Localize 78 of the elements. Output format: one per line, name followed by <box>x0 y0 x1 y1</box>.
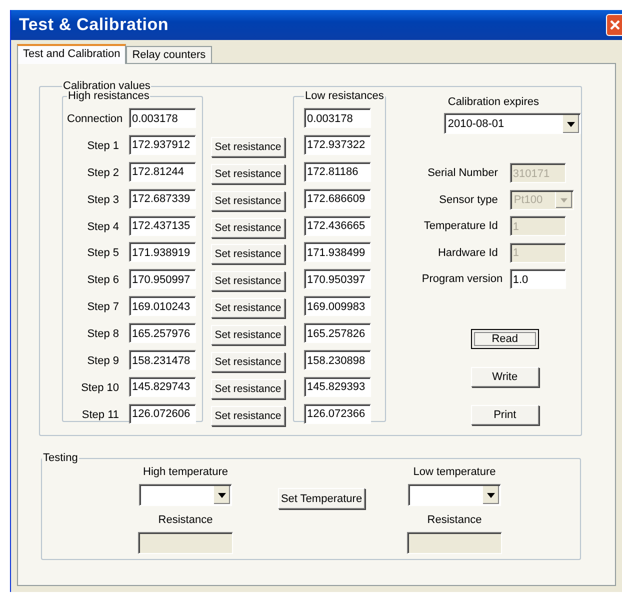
group-title: Low resistances <box>304 90 385 102</box>
input-field[interactable]: 0.003178 <box>304 108 371 128</box>
input-field[interactable]: 172.436665 <box>304 216 371 236</box>
input-field[interactable]: 172.686609 <box>304 188 371 209</box>
temperature-dropdown[interactable] <box>139 484 232 506</box>
step-label: Step 8 <box>86 328 119 340</box>
field-label: Sensor type <box>438 194 498 206</box>
input-field[interactable]: 145.829743 <box>129 376 196 397</box>
caret-icon <box>482 486 499 504</box>
input-field[interactable]: 158.231478 <box>129 350 196 370</box>
input-field[interactable]: 158.230898 <box>304 350 371 370</box>
set-resistance-button[interactable]: Set resistance <box>211 352 285 372</box>
input-field[interactable]: 165.257826 <box>304 323 371 344</box>
set-resistance-button[interactable]: Set resistance <box>211 164 285 184</box>
input-field[interactable]: 172.687339 <box>129 188 196 209</box>
field-label: Hardware Id <box>436 246 498 259</box>
field-label: Resistance <box>158 514 213 526</box>
input-field[interactable]: 169.010243 <box>129 296 196 316</box>
input-field[interactable] <box>138 532 233 554</box>
input-field[interactable] <box>407 532 502 554</box>
set-resistance-button[interactable]: Set resistance <box>211 190 285 211</box>
field-label: Serial Number <box>426 167 498 180</box>
temperature-dropdown[interactable] <box>408 484 501 506</box>
tab[interactable]: Relay counters <box>126 46 212 63</box>
step-label: Step 5 <box>86 247 119 260</box>
input-field[interactable]: 172.81186 <box>304 162 371 182</box>
input-field[interactable]: 171.938919 <box>129 242 196 262</box>
input-field[interactable]: 126.072606 <box>129 404 196 424</box>
step-label: Step 4 <box>86 220 119 233</box>
set-resistance-button[interactable]: Set resistance <box>211 378 285 399</box>
action-button[interactable]: Print <box>470 404 539 424</box>
group-title: High resistances <box>67 90 150 102</box>
tab[interactable]: Test and Calibration <box>17 44 126 64</box>
set-resistance-button[interactable]: Set resistance <box>211 298 285 318</box>
field-label: High temperature <box>143 466 228 478</box>
set-resistance-button[interactable]: Set resistance <box>211 136 285 157</box>
field-label: Calibration expires <box>448 96 540 108</box>
field-label: Resistance <box>427 514 482 526</box>
set-resistance-button[interactable]: Set resistance <box>211 218 285 238</box>
date-dropdown[interactable]: 2010-08-01 <box>444 113 581 134</box>
input-field[interactable]: 170.950397 <box>304 269 371 290</box>
input-field[interactable]: 0.003178 <box>129 108 196 128</box>
action-button[interactable]: Read <box>470 328 539 348</box>
set-resistance-button[interactable]: Set resistance <box>211 271 285 292</box>
step-label: Step 3 <box>86 194 119 206</box>
input-field[interactable]: 172.937322 <box>304 134 371 155</box>
step-label: Step 9 <box>86 355 119 368</box>
field-label: Temperature Id <box>422 220 498 232</box>
caret-icon <box>562 114 579 132</box>
set-resistance-button[interactable]: Set resistance <box>211 406 285 426</box>
field-label: Low temperature <box>413 466 496 478</box>
step-label: Step 1 <box>86 140 119 152</box>
set-resistance-button[interactable]: Set resistance <box>211 244 285 264</box>
window-title: Test & Calibration <box>19 15 169 35</box>
step-label: Step 11 <box>80 408 119 421</box>
input-field[interactable]: 145.829393 <box>304 376 371 397</box>
input-field[interactable]: 171.938499 <box>304 242 371 262</box>
caret-icon <box>213 486 230 504</box>
close-icon <box>608 19 620 31</box>
caret-icon <box>554 192 572 208</box>
input-field[interactable]: 169.009983 <box>304 296 371 316</box>
step-label: Step 10 <box>80 382 119 394</box>
group-title: Calibration values <box>62 80 152 92</box>
action-button[interactable]: Write <box>470 366 539 386</box>
input-field[interactable]: 165.257976 <box>129 323 196 344</box>
step-label: Step 6 <box>86 274 119 286</box>
set-resistance-button[interactable]: Set resistance <box>211 325 285 346</box>
set-temperature-button[interactable]: Set Temperature <box>278 488 365 509</box>
input-field[interactable]: 172.437135 <box>129 216 196 236</box>
input-field[interactable]: 172.937912 <box>129 134 196 155</box>
step-label: Step 2 <box>86 166 119 179</box>
input-field[interactable]: 170.950997 <box>129 269 196 290</box>
input-field[interactable]: 172.81244 <box>129 162 196 182</box>
input-field[interactable]: 126.072366 <box>304 404 371 424</box>
input-field[interactable]: 1.0 <box>510 269 566 290</box>
group-title: Testing <box>42 452 79 464</box>
step-label: Step 7 <box>86 301 119 314</box>
close-button[interactable] <box>606 14 622 36</box>
